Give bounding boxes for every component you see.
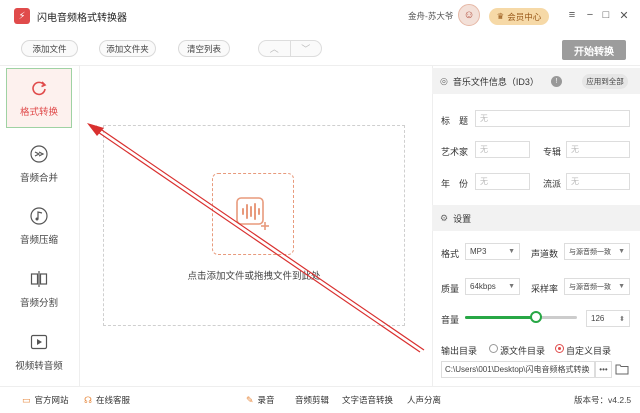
add-audio-icon[interactable] xyxy=(212,173,294,255)
quality-value: 64kbps xyxy=(470,282,496,291)
vip-center-button[interactable]: ♛ 会员中心 xyxy=(489,8,549,25)
sidebar-item-audio-merge[interactable]: 音频合并 xyxy=(6,134,72,194)
folder-icon[interactable] xyxy=(615,362,629,376)
audio-edit-link[interactable]: 音频剪辑 xyxy=(295,394,329,406)
settings-section-header: ⚙ 设置 xyxy=(432,205,640,231)
output-dir-label: 输出目录 xyxy=(441,346,478,356)
reorder-group: ︿ ﹀ xyxy=(258,40,322,57)
genre-label: 流派 xyxy=(543,179,562,189)
volume-stepper[interactable]: 126 ⬍ xyxy=(586,310,630,327)
id3-heading: 音乐文件信息（ID3） xyxy=(452,76,539,87)
headset-icon: ☊ xyxy=(84,394,92,405)
sidebar-item-audio-compress[interactable]: 音频压缩 xyxy=(6,196,72,256)
close-icon[interactable]: ✕ xyxy=(617,8,631,22)
samplerate-label: 采样率 xyxy=(531,284,559,294)
add-file-button[interactable]: 添加文件 xyxy=(21,40,78,57)
album-input[interactable]: 无 xyxy=(566,141,630,158)
volume-slider-fill xyxy=(465,316,536,319)
chevron-down-icon: ▼ xyxy=(508,283,515,290)
artist-label: 艺术家 xyxy=(441,147,469,157)
chevron-down-icon: ▼ xyxy=(618,248,625,255)
chevron-down-icon: ▼ xyxy=(508,248,515,255)
format-label: 格式 xyxy=(441,249,460,259)
custom-dir-radio[interactable] xyxy=(555,344,564,353)
settings-gear-icon: ⚙ xyxy=(440,212,449,223)
format-value: MP3 xyxy=(470,247,487,256)
vocal-separation-link[interactable]: 人声分离 xyxy=(407,394,441,406)
sidebar-item-label: 音频分割 xyxy=(19,298,58,309)
custom-dir-label: 自定义目录 xyxy=(566,346,612,356)
menu-icon[interactable]: ≡ xyxy=(565,8,579,22)
format-select[interactable]: MP3 ▼ xyxy=(465,243,520,260)
compress-icon xyxy=(29,206,49,226)
split-icon xyxy=(29,269,49,289)
output-path-field[interactable]: C:\Users\001\Desktop\闪电音频格式转换 xyxy=(441,361,595,378)
samplerate-select[interactable]: 与源音频一致 ▼ xyxy=(564,278,630,295)
app-title: 闪电音频格式转换器 xyxy=(37,12,127,24)
sidebar-item-audio-split[interactable]: 音频分割 xyxy=(6,259,72,319)
official-website-label: 官方网站 xyxy=(34,395,69,405)
app-logo-icon: ⚡ xyxy=(14,8,30,24)
artist-input[interactable]: 无 xyxy=(475,141,530,158)
official-website-link[interactable]: ▭ 官方网站 xyxy=(22,394,69,406)
record-icon: ✎ xyxy=(246,394,254,405)
sidebar-item-label: 音频合并 xyxy=(19,173,58,184)
online-support-label: 在线客服 xyxy=(96,395,131,405)
sidebar-item-format-convert[interactable]: 格式转换 xyxy=(6,68,72,128)
browse-button[interactable]: ••• xyxy=(595,361,612,378)
maximize-icon[interactable]: □ xyxy=(599,8,613,22)
volume-value: 126 xyxy=(591,314,605,323)
vip-center-label: 会员中心 xyxy=(507,11,542,22)
video-to-audio-icon xyxy=(29,332,49,352)
channels-label: 声道数 xyxy=(531,249,559,259)
sidebar: 格式转换 音频合并 音频压缩 音频分割 视频转音频 xyxy=(0,66,80,386)
tts-link[interactable]: 文字语音转换 xyxy=(342,394,393,406)
merge-icon xyxy=(29,144,49,164)
quality-select[interactable]: 64kbps ▼ xyxy=(465,278,520,295)
channels-value: 与源音频一致 xyxy=(569,248,611,256)
toolbar: 添加文件 添加文件夹 清空列表 ︿ ﹀ xyxy=(0,32,640,66)
version-label: 版本号：v4.2.5 xyxy=(574,395,632,405)
sidebar-item-label: 音频压缩 xyxy=(19,235,58,246)
year-input[interactable]: 无 xyxy=(475,173,530,190)
source-dir-radio[interactable] xyxy=(489,344,498,353)
format-convert-icon xyxy=(29,78,49,98)
apply-all-button[interactable]: 应用到全部 xyxy=(582,74,628,89)
sidebar-item-label: 视频转音频 xyxy=(15,361,63,372)
user-name[interactable]: 金舟-苏大爷 xyxy=(408,10,453,22)
album-label: 专辑 xyxy=(543,147,562,157)
move-down-icon[interactable]: ﹀ xyxy=(291,41,322,56)
chevron-down-icon: ▼ xyxy=(618,283,625,290)
volume-slider[interactable] xyxy=(465,311,577,323)
avatar[interactable]: ☺ xyxy=(458,4,480,26)
monitor-icon: ▭ xyxy=(22,394,31,405)
record-link[interactable]: ✎ 录音 xyxy=(246,394,275,406)
start-convert-button[interactable]: 开始转换 xyxy=(562,40,626,60)
move-up-icon[interactable]: ︿ xyxy=(259,41,291,56)
minimize-icon[interactable]: − xyxy=(583,8,597,22)
year-label: 年 份 xyxy=(441,179,469,189)
source-dir-label: 源文件目录 xyxy=(500,346,546,356)
sidebar-item-label: 格式转换 xyxy=(19,107,58,118)
footer: ▭ 官方网站 ☊ 在线客服 ✎ 录音 音频剪辑 文字语音转换 人声分离 版本号：… xyxy=(0,386,640,413)
record-label: 录音 xyxy=(257,395,275,405)
genre-input[interactable]: 无 xyxy=(566,173,630,190)
drop-zone-hint: 点击添加文件或拖拽文件到此处 xyxy=(187,271,321,282)
sidebar-item-video-to-audio[interactable]: 视频转音频 xyxy=(6,322,72,382)
volume-label: 音量 xyxy=(441,315,460,325)
stepper-arrows-icon[interactable]: ⬍ xyxy=(619,315,625,323)
add-folder-button[interactable]: 添加文件夹 xyxy=(99,40,156,57)
music-info-icon: ◎ xyxy=(440,75,448,86)
channels-select[interactable]: 与源音频一致 ▼ xyxy=(564,243,630,260)
quality-label: 质量 xyxy=(441,284,460,294)
title-label: 标 题 xyxy=(441,116,469,126)
online-support-link[interactable]: ☊ 在线客服 xyxy=(84,394,130,406)
clear-list-button[interactable]: 清空列表 xyxy=(178,40,230,57)
info-icon[interactable]: ! xyxy=(550,75,562,87)
crown-icon: ♛ xyxy=(496,11,505,21)
settings-heading: 设置 xyxy=(453,213,472,224)
title-input[interactable]: 无 xyxy=(475,110,630,127)
samplerate-value: 与源音频一致 xyxy=(569,283,611,291)
volume-slider-knob[interactable] xyxy=(529,311,542,323)
